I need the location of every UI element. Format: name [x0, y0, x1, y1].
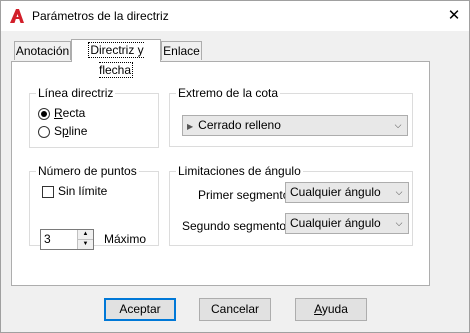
second-segment-label: Segundo segmento: — [182, 219, 290, 233]
tab-directriz-y-flecha[interactable]: Directriz y flecha — [71, 39, 161, 78]
max-label: Máximo — [104, 232, 147, 246]
chevron-down-icon: ⌵ — [395, 187, 403, 197]
autocad-icon — [10, 9, 24, 23]
first-segment-label: Primer segmento: — [198, 188, 293, 202]
checkbox[interactable] — [42, 185, 54, 198]
group-label: Número de puntos — [36, 164, 139, 178]
radio-label: Spline — [54, 124, 88, 138]
checkbox-sin-limite[interactable]: Sin límite — [42, 184, 107, 200]
second-segment-select[interactable]: Cualquier ángulo ⌵ — [285, 213, 409, 234]
radio-spline[interactable]: Spline — [38, 124, 87, 140]
arrow-filled-icon: ▶ — [187, 122, 194, 131]
checkbox-label: Sin límite — [58, 184, 108, 198]
title-bar: Parámetros de la directriz ✕ — [1, 1, 469, 31]
tab-enlace[interactable]: Enlace — [161, 41, 202, 60]
chevron-down-icon: ⌵ — [395, 218, 403, 228]
help-button[interactable]: Ayuda — [295, 298, 367, 321]
select-value: Cerrado relleno — [198, 118, 281, 132]
points-spinner[interactable]: 3 ▲ ▼ — [40, 229, 94, 250]
help-label: Ayuda — [314, 302, 348, 316]
tab-label: Enlace — [163, 44, 200, 58]
arrowhead-select[interactable]: ▶ Cerrado relleno ⌵ — [182, 115, 408, 136]
group-label: Limitaciones de ángulo — [176, 164, 303, 178]
window-title: Parámetros de la directriz — [32, 9, 169, 23]
angle-constraints-group: Limitaciones de ángulo Primer segmento: … — [169, 164, 413, 246]
radio-button[interactable] — [38, 125, 50, 138]
group-label: Línea directriz — [36, 86, 116, 100]
select-value: Cualquier ángulo — [290, 185, 381, 199]
spin-down-icon[interactable]: ▼ — [77, 240, 93, 249]
spin-up-icon[interactable]: ▲ — [77, 230, 93, 240]
points-group: Número de puntos Sin límite 3 ▲ ▼ Máximo — [29, 164, 159, 250]
chevron-down-icon: ⌵ — [394, 120, 402, 130]
spinner-value: 3 — [44, 232, 51, 246]
group-label: Extremo de la cota — [176, 86, 281, 100]
tab-panel: Línea directriz Recta Spline Extremo de … — [11, 61, 430, 286]
radio-recta[interactable]: Recta — [38, 106, 85, 122]
radio-label: Recta — [54, 106, 86, 120]
leader-line-group: Línea directriz Recta Spline — [29, 86, 159, 148]
close-icon[interactable]: ✕ — [445, 7, 463, 25]
select-value: Cualquier ángulo — [290, 216, 381, 230]
arrowhead-group: Extremo de la cota ▶ Cerrado relleno ⌵ — [169, 86, 413, 147]
tab-anotacion[interactable]: Anotación — [14, 41, 71, 60]
radio-button[interactable] — [38, 107, 50, 120]
cancel-button[interactable]: Cancelar — [199, 298, 271, 321]
first-segment-select[interactable]: Cualquier ángulo ⌵ — [285, 182, 409, 203]
tab-label: Anotación — [15, 44, 70, 58]
ok-button[interactable]: Aceptar — [104, 298, 176, 321]
